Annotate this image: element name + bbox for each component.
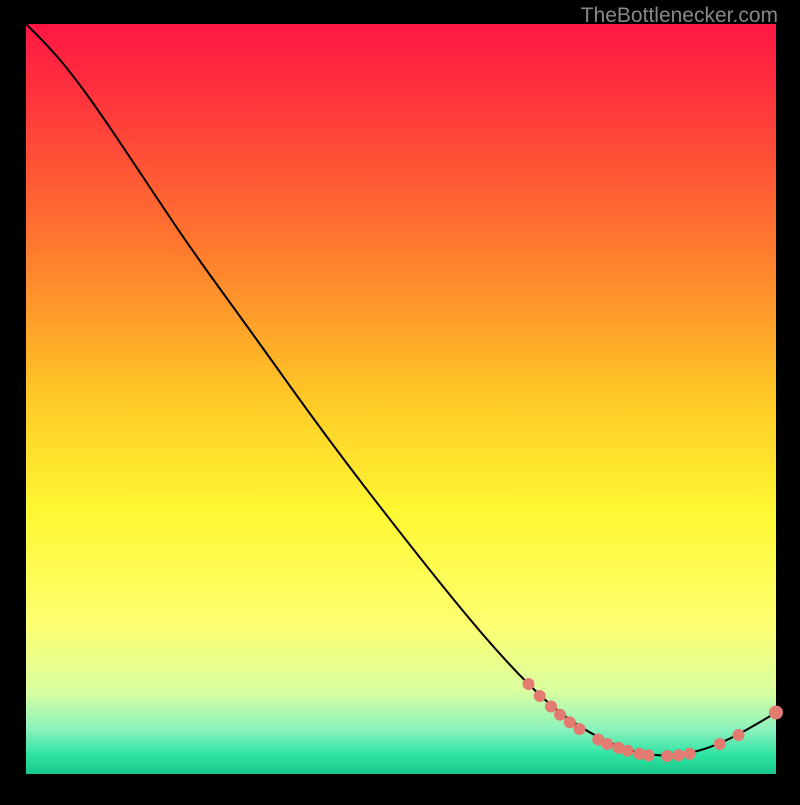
watermark-text: TheBottlenecker.com (581, 4, 778, 28)
curve-marker (643, 749, 655, 761)
curve-marker (545, 701, 557, 713)
curve-marker (534, 690, 546, 702)
curve-marker (714, 738, 726, 750)
curve-marker (601, 738, 613, 750)
curve-marker (574, 723, 586, 735)
curve-marker (684, 748, 696, 760)
chart-container (0, 0, 800, 800)
curve-marker (554, 709, 566, 721)
curve-marker (769, 706, 783, 720)
curve-marker (622, 745, 634, 757)
plot-background (26, 24, 776, 774)
curve-marker (673, 749, 685, 761)
chart-svg (0, 0, 800, 800)
curve-marker (564, 716, 576, 728)
curve-marker (523, 678, 535, 690)
curve-marker (661, 750, 673, 762)
curve-marker (733, 729, 745, 741)
